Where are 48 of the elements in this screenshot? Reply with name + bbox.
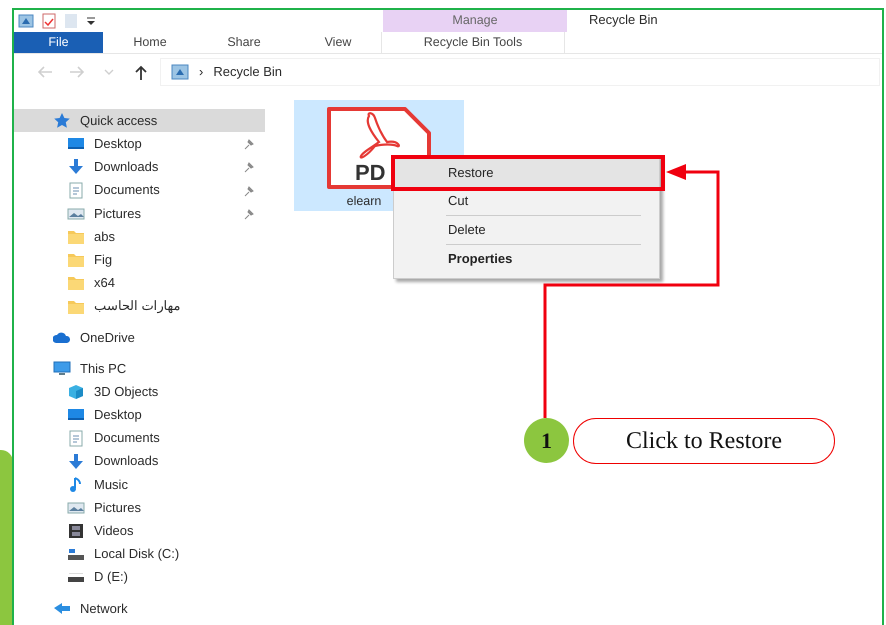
address-bar[interactable]: › Recycle Bin xyxy=(160,58,880,86)
callout-label: Click to Restore xyxy=(573,418,835,464)
nav-pane-item[interactable]: Desktop xyxy=(14,132,265,156)
document-icon xyxy=(67,430,85,447)
nav-pane-item[interactable]: Quick access xyxy=(14,109,265,132)
properties-icon[interactable] xyxy=(42,13,56,29)
cube-icon xyxy=(67,383,85,400)
nav-pane-item[interactable]: Downloads xyxy=(14,450,265,473)
breadcrumb-separator: › xyxy=(199,63,204,82)
recycle-bin-icon xyxy=(171,64,189,80)
menu-item[interactable]: Delete xyxy=(394,216,659,244)
nav-pane-item[interactable]: Downloads xyxy=(14,155,265,179)
ribbon-tab[interactable]: Recycle Bin Tools xyxy=(381,32,565,53)
nav-pane-item[interactable]: This PC xyxy=(14,356,265,380)
nav-pane-item[interactable]: Music xyxy=(14,472,265,496)
menu-item[interactable]: Properties xyxy=(394,245,659,273)
nav-pane-item[interactable]: 3D Objects xyxy=(14,380,265,404)
download-icon xyxy=(67,452,85,470)
dropdown-icon[interactable] xyxy=(86,16,96,26)
nav-pane-item[interactable]: abs xyxy=(14,224,265,248)
ribbon-tab[interactable]: Home xyxy=(103,32,197,53)
document-icon xyxy=(67,182,85,199)
ribbon-tab[interactable]: Share xyxy=(197,32,291,53)
ribbon-tab[interactable]: File xyxy=(14,32,103,53)
folder-icon xyxy=(67,274,85,292)
film-icon xyxy=(67,522,85,540)
star-icon xyxy=(53,112,71,130)
nav-pane-item[interactable]: مهارات الحاسب xyxy=(14,294,265,318)
nav-pane-item[interactable]: Pictures xyxy=(14,202,265,225)
nav-pane-item[interactable]: Documents xyxy=(14,178,265,202)
folder-icon xyxy=(67,228,85,246)
recycle-bin-icon[interactable] xyxy=(18,14,34,28)
nav-pane-item[interactable]: Desktop xyxy=(14,403,265,426)
nav-pane-item[interactable]: Documents xyxy=(14,426,265,450)
nav-pane-item[interactable]: D (E:) xyxy=(14,566,265,589)
nav-pane-item[interactable]: Videos xyxy=(14,519,265,542)
computer-icon xyxy=(53,360,71,377)
nav-pane-item[interactable]: Local Disk (C:) xyxy=(14,542,265,566)
nav-pane-item[interactable]: Network xyxy=(14,596,265,620)
window-title: Recycle Bin xyxy=(588,11,658,29)
contextual-tab-header: Manage xyxy=(383,10,567,32)
breadcrumb[interactable]: Recycle Bin xyxy=(213,62,282,82)
folder-icon xyxy=(67,251,85,268)
nav-pane-item[interactable]: Fig xyxy=(14,248,265,272)
nav-pane-item[interactable]: Pictures xyxy=(14,496,265,520)
nav-pane-item[interactable]: x64 xyxy=(14,271,265,294)
nav-pane-item[interactable]: OneDrive xyxy=(14,326,265,349)
download-icon xyxy=(67,158,85,176)
